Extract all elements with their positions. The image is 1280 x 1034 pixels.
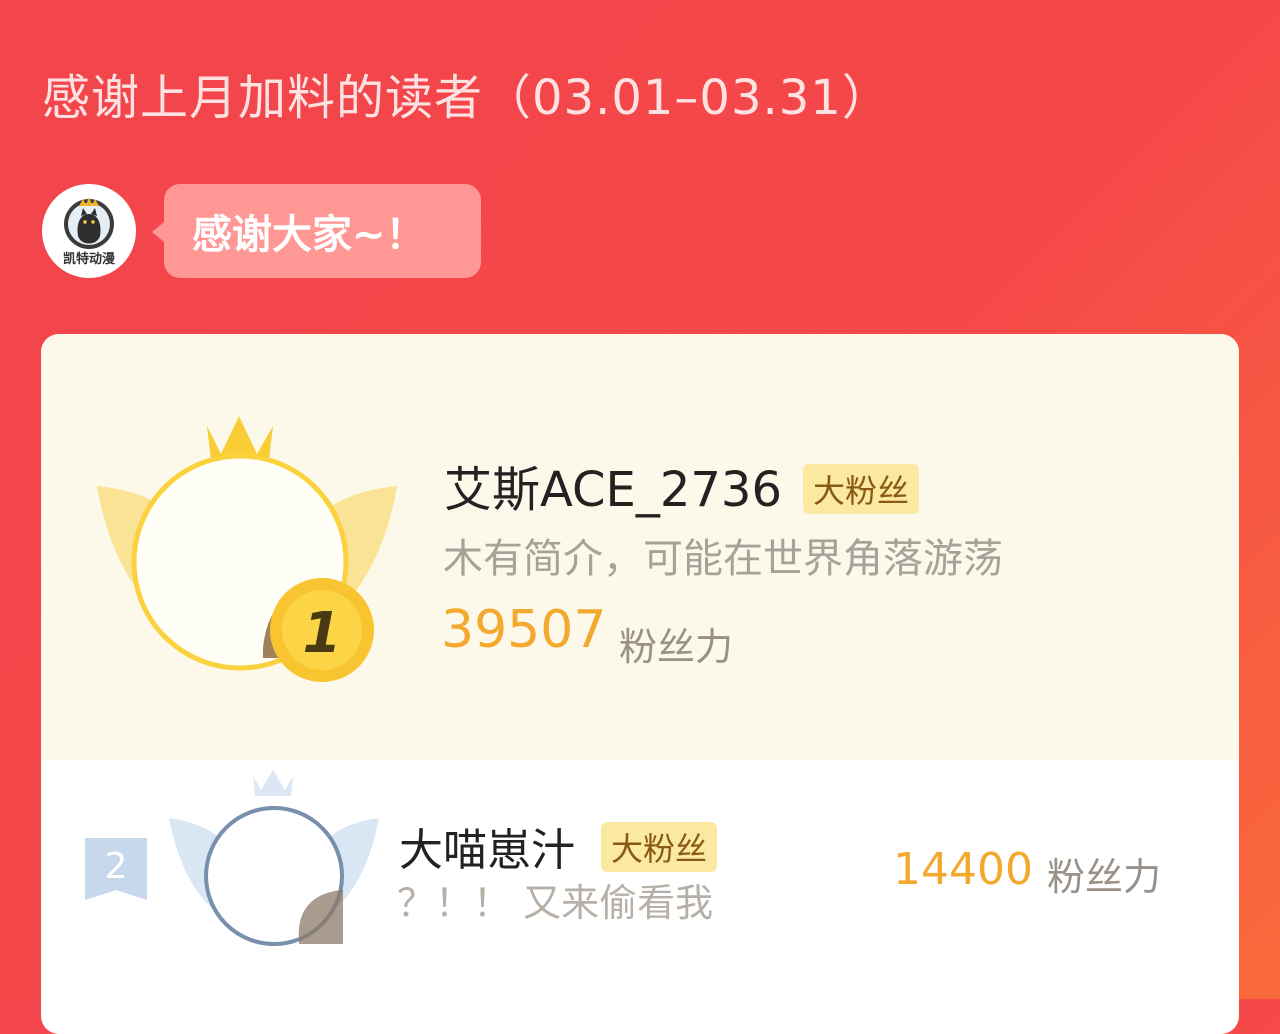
rank-2-badge: 大粉丝 <box>601 822 718 872</box>
rank-2-bio: ？！！ 又来偷看我 <box>397 881 714 925</box>
rank-1-label: 1 <box>303 601 342 666</box>
rank-2-score: 14400 <box>893 844 1033 895</box>
rank-2-score-unit: 粉丝力 <box>1047 855 1162 899</box>
leaderboard-row-2[interactable]: 2 大喵崽汁 大粉丝 ？！！ 又来偷看我 14400 粉丝力 <box>41 760 1239 980</box>
speech-bubble: 感谢大家~！ <box>152 184 481 278</box>
leaderboard-row-1[interactable]: 1 艾斯ACE_2736 大粉丝 木有简介，可能在世界角落游荡 39507 粉丝… <box>41 334 1239 760</box>
rank-2-name[interactable]: 大喵崽汁 <box>399 814 575 878</box>
rank-1-score: 39507 <box>441 600 607 660</box>
leaderboard-card: 1 艾斯ACE_2736 大粉丝 木有简介，可能在世界角落游荡 39507 粉丝… <box>41 334 1239 1034</box>
page-title: 感谢上月加料的读者（03.01–03.31） <box>42 70 891 126</box>
silver-crown-frame-icon <box>169 770 379 946</box>
brand-avatar-label: 凯特动漫 <box>63 251 115 267</box>
rank-1-badge: 大粉丝 <box>803 464 920 514</box>
rank-1-bio: 木有简介，可能在世界角落游荡 <box>443 536 1003 582</box>
rank-1-score-unit: 粉丝力 <box>619 625 734 669</box>
rank-1-name[interactable]: 艾斯ACE_2736 <box>444 450 782 520</box>
rank-2-label: 2 <box>105 846 128 887</box>
bubble-text: 感谢大家~！ <box>192 212 426 258</box>
gold-crown-frame-icon: 1 <box>97 416 397 682</box>
cat-logo-icon: 凯特动漫 <box>45 187 133 275</box>
rank-2-badge-icon: 2 <box>85 838 147 900</box>
brand-avatar[interactable]: 凯特动漫 <box>42 184 136 278</box>
